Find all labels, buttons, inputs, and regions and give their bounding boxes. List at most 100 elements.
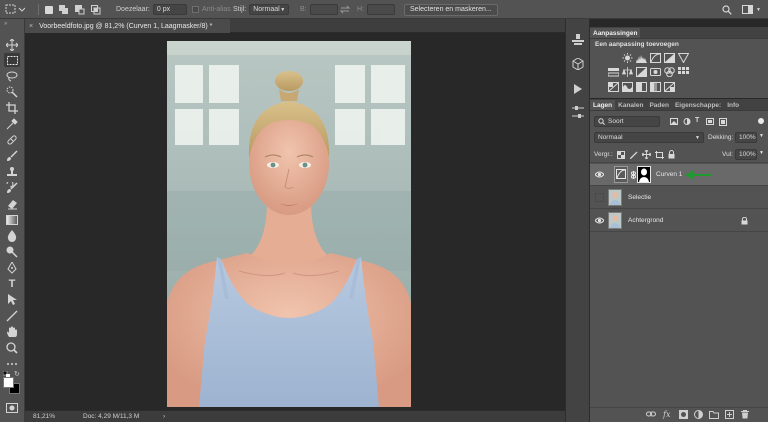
search-icon[interactable] [722,0,732,19]
feather-input[interactable]: 0 px [152,4,187,15]
lock-artboard-icon[interactable] [655,151,664,159]
intersect-selection-icon[interactable] [91,4,101,15]
filter-shape-icon[interactable] [706,118,714,125]
canvas-area[interactable] [25,33,565,410]
delete-layer-icon[interactable] [741,410,749,419]
brush-tool-icon[interactable] [4,149,20,163]
new-group-icon[interactable] [709,410,719,419]
color-lookup-icon[interactable] [678,67,689,77]
filter-toggle[interactable] [758,118,764,124]
layer-row-selectie[interactable]: Selectie [590,187,768,209]
eye-hidden-icon[interactable] [595,193,604,202]
move-tool-icon[interactable] [4,38,20,52]
chevron-down-icon[interactable]: ▼ [756,0,761,19]
tab-info[interactable]: Info [724,100,742,110]
zoom-tool-icon[interactable] [4,341,20,355]
selective-color-icon[interactable] [664,82,675,92]
quick-mask-icon[interactable] [4,401,20,415]
filter-pixel-icon[interactable] [670,118,678,125]
subtract-selection-icon[interactable] [75,4,85,15]
tab-adjustments[interactable]: Aanpassingen [590,28,641,38]
hue-saturation-icon[interactable] [608,67,619,77]
height-input[interactable] [367,4,395,15]
vibrance-icon[interactable] [678,53,689,63]
eyedropper-tool-icon[interactable] [4,117,20,131]
healing-brush-tool-icon[interactable] [4,133,20,147]
layer-comps-icon[interactable] [571,105,585,119]
adjustment-layer-thumbnail[interactable] [614,166,628,183]
quick-selection-tool-icon[interactable] [4,85,20,99]
tab-layers[interactable]: Lagen [590,100,616,110]
add-selection-icon[interactable] [59,4,69,15]
marquee-tool-icon[interactable] [4,53,20,67]
layer-thumbnail[interactable] [608,212,622,229]
close-icon[interactable]: × [29,23,33,30]
layer-name-selectie[interactable]: Selectie [628,194,651,201]
3d-panel-icon[interactable] [571,57,585,71]
lasso-tool-icon[interactable] [4,69,20,83]
more-tools-icon[interactable] [4,357,20,371]
zoom-level[interactable]: 81,21% [33,413,55,420]
swap-colors-icon[interactable]: ↻ [14,370,20,378]
add-mask-icon[interactable] [679,410,688,419]
lock-all-icon[interactable] [668,150,675,159]
crop-tool-icon[interactable] [4,101,20,115]
tab-channels[interactable]: Kanalen [615,100,646,110]
swap-icon[interactable] [340,0,350,19]
tab-properties[interactable]: Eigenschappe: [672,100,724,110]
document-photo[interactable] [167,41,411,407]
fill-input[interactable]: 100% [735,149,757,160]
lock-position-icon[interactable] [642,150,651,159]
eye-icon[interactable] [595,216,604,225]
gradient-tool-icon[interactable] [4,213,20,227]
marquee-preset-picker[interactable] [5,0,25,19]
exposure-icon[interactable] [664,53,675,63]
tools-collapse-icon[interactable]: » [4,21,7,27]
brightness-contrast-icon[interactable] [622,53,633,63]
new-layer-icon[interactable] [725,410,734,419]
anti-alias-checkbox[interactable] [192,6,199,13]
history-brush-tool-icon[interactable] [4,181,20,195]
layer-thumbnail[interactable] [608,189,622,206]
link-icon[interactable] [631,171,636,179]
invert-icon[interactable] [608,82,619,92]
document-tab[interactable]: × Voorbeeldfoto.jpg @ 81,2% (Curven 1, L… [25,19,230,33]
chevron-down-icon[interactable]: ▼ [759,150,764,156]
layer-row-achtergrond[interactable]: Achtergrond [590,210,768,232]
photo-filter-icon[interactable] [650,67,661,77]
width-input[interactable] [309,4,338,15]
layer-mask-thumbnail[interactable] [637,166,651,183]
select-and-mask-button[interactable]: Selecteren en maskeren... [404,3,498,16]
filter-smart-object-icon[interactable] [719,118,727,126]
color-balance-icon[interactable] [622,67,633,77]
actions-play-icon[interactable] [571,82,585,96]
clone-stamp-tool-icon[interactable] [4,165,20,179]
dodge-tool-icon[interactable] [4,245,20,259]
channel-mixer-icon[interactable] [664,67,675,77]
blend-mode-select[interactable]: Normaal ▼ [594,132,704,143]
gradient-map-icon[interactable] [650,82,661,92]
layer-name-achtergrond[interactable]: Achtergrond [628,217,663,224]
pen-tool-icon[interactable] [4,261,20,275]
line-tool-icon[interactable] [4,309,20,323]
eraser-tool-icon[interactable] [4,197,20,211]
layer-style-icon[interactable]: fx [663,410,670,419]
new-selection-icon[interactable] [45,5,53,14]
style-select[interactable]: Normaal ▼ [249,4,290,15]
lock-image-pixels-icon[interactable] [630,151,638,159]
layer-name-curves[interactable]: Curven 1 [656,171,682,178]
curves-icon[interactable] [650,53,661,63]
layer-row-curves[interactable]: Curven 1 [590,164,768,186]
black-white-icon[interactable] [636,67,647,77]
filter-adjustment-icon[interactable] [683,118,691,125]
filter-type-icon[interactable]: T [695,117,699,124]
foreground-color-swatch[interactable] [3,377,14,388]
chevron-down-icon[interactable]: ▼ [759,133,764,139]
link-layers-icon[interactable] [646,411,656,418]
levels-icon[interactable] [636,53,647,63]
opacity-input[interactable]: 100% [735,132,757,143]
eye-icon[interactable] [595,170,604,179]
layer-filter-select[interactable]: Soort [594,116,660,127]
status-menu-arrow[interactable]: › [163,413,165,420]
new-adjustment-layer-icon[interactable] [694,410,703,419]
